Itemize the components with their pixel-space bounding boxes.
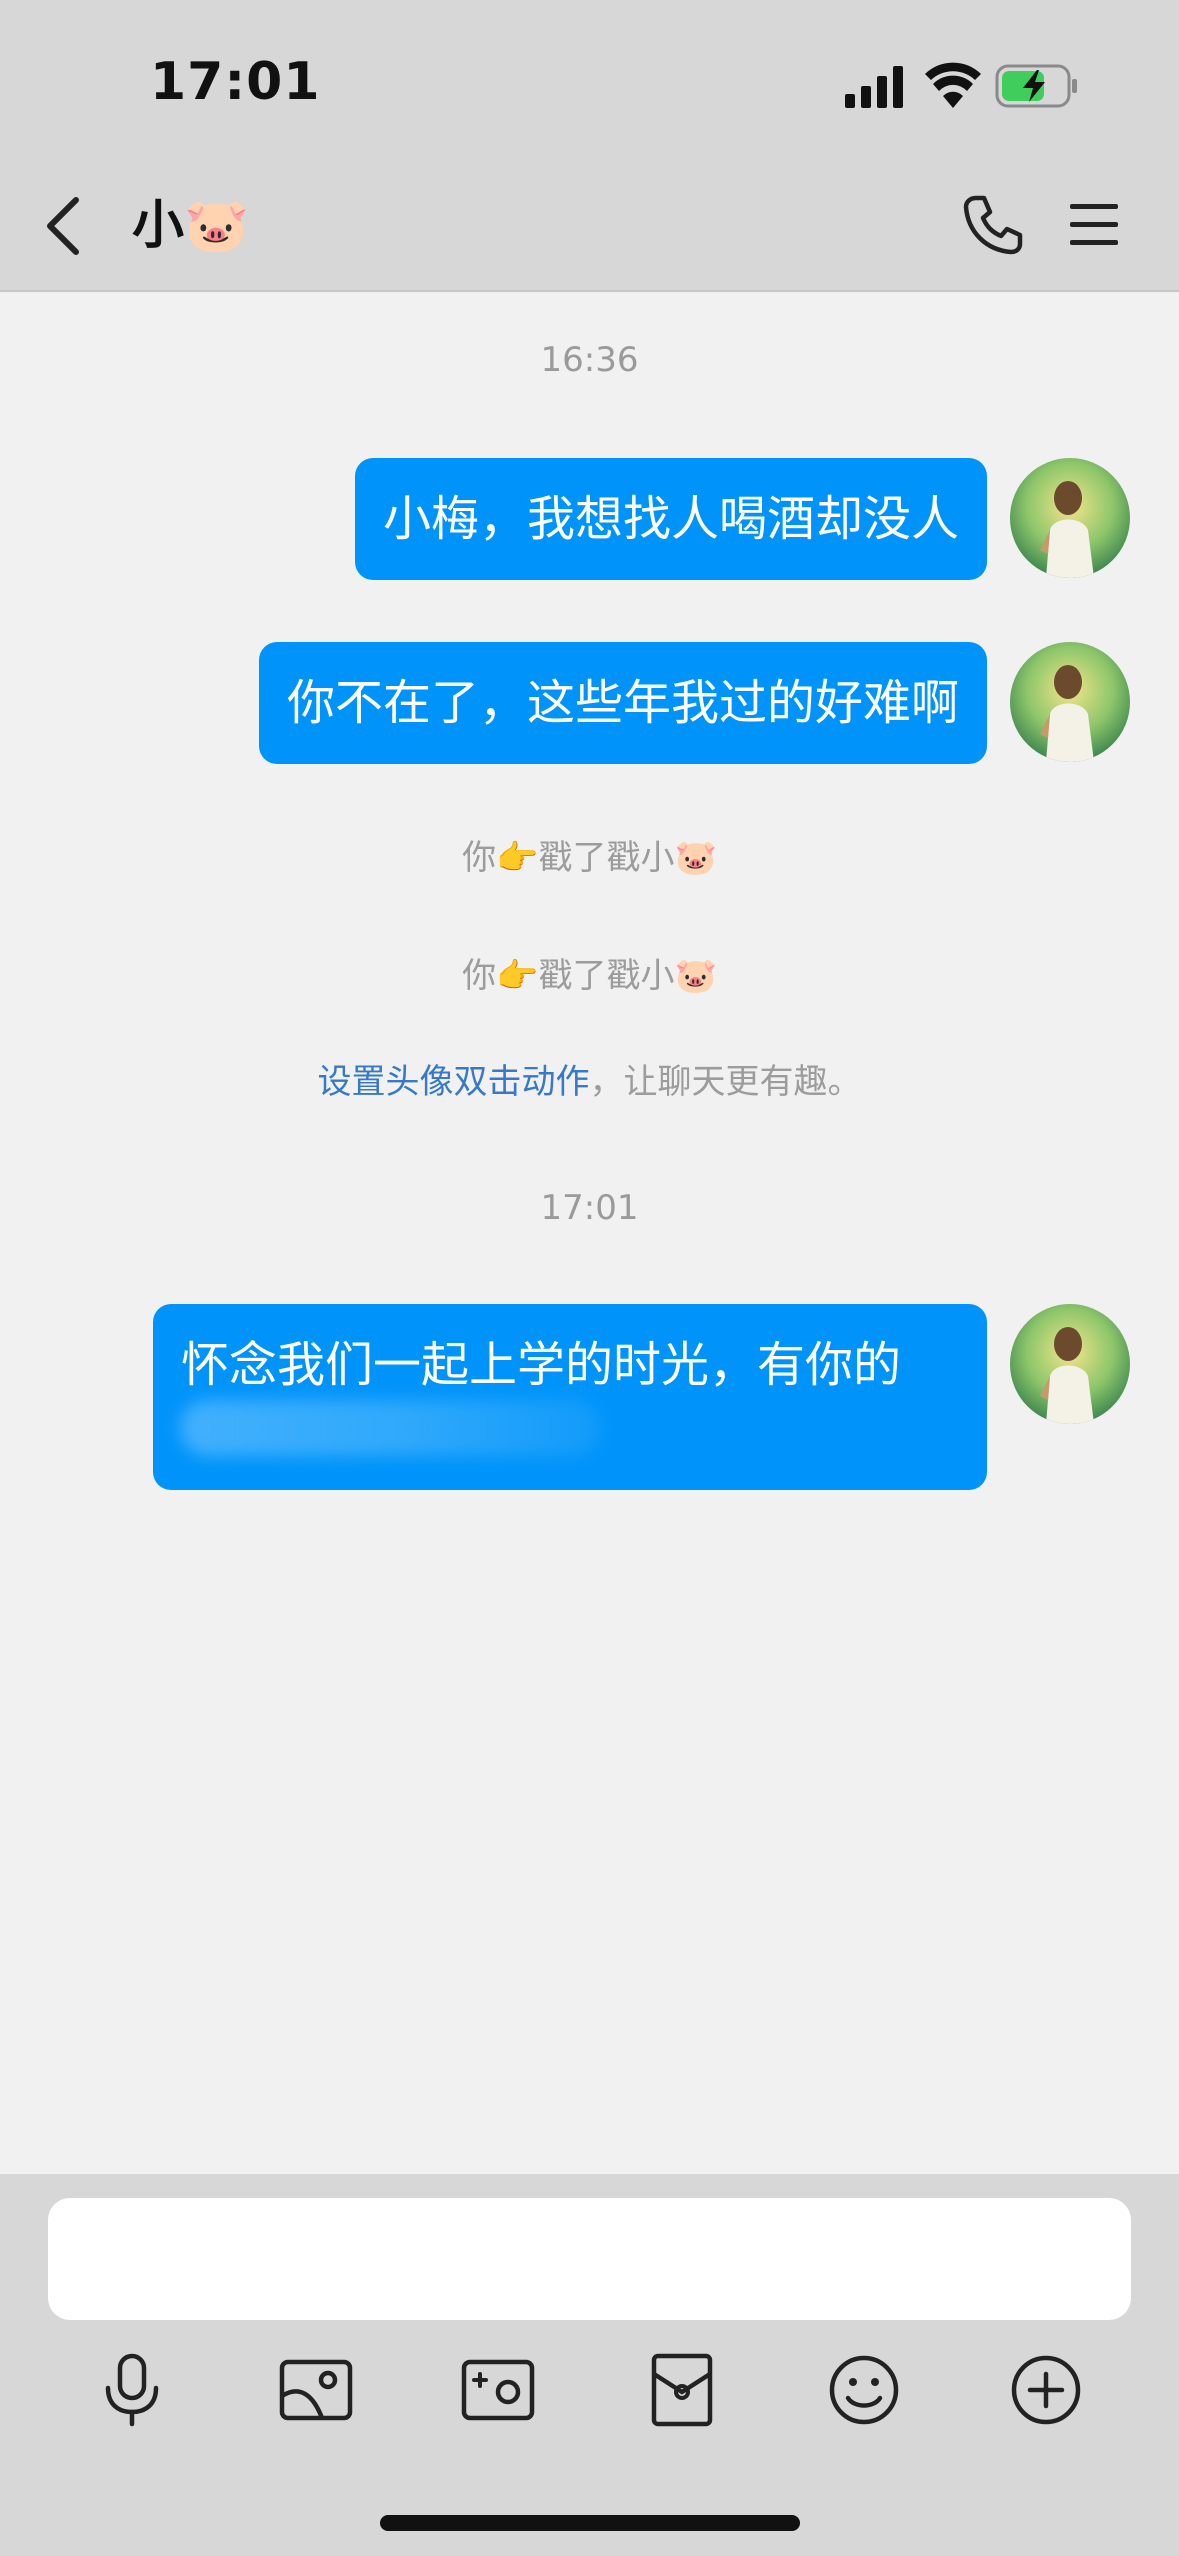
wifi-icon xyxy=(925,62,981,108)
status-bar: 17:01 xyxy=(0,0,1179,160)
message-bubble[interactable]: 小梅，我想找人喝酒却没人 xyxy=(354,458,987,580)
back-button[interactable] xyxy=(40,194,88,258)
chat-header: 小🐷 xyxy=(0,160,1179,292)
blurred-text xyxy=(180,1400,600,1456)
timestamp: 16:36 xyxy=(540,340,639,380)
nudge-notice: 你👉戳了戳小🐷 xyxy=(462,838,717,878)
battery-icon xyxy=(995,64,1077,108)
menu-icon[interactable] xyxy=(1068,200,1120,250)
message-bubble[interactable]: 你不在了，这些年我过的好难啊 xyxy=(258,642,987,764)
message-text: 怀念我们一起上学的时光，有你的 xyxy=(181,1337,902,1393)
phone-icon[interactable] xyxy=(962,194,1024,256)
status-time: 17:01 xyxy=(150,52,321,112)
signal-icon xyxy=(845,66,903,108)
avatar[interactable] xyxy=(1010,1304,1130,1424)
timestamp: 17:01 xyxy=(540,1188,639,1228)
set-avatar-action-link[interactable]: 设置头像双击动作 xyxy=(318,1062,590,1102)
home-indicator[interactable] xyxy=(380,2515,800,2531)
avatar-action-hint: 设置头像双击动作，让聊天更有趣。 xyxy=(0,1060,1179,1104)
nudge-notice: 你👉戳了戳小🐷 xyxy=(462,956,717,996)
microphone-icon[interactable] xyxy=(94,2352,170,2428)
message-bubble[interactable]: 怀念我们一起上学的时光，有你的 xyxy=(153,1304,987,1490)
hint-text: ，让聊天更有趣。 xyxy=(589,1062,862,1102)
image-icon[interactable] xyxy=(278,2352,354,2428)
camera-icon[interactable] xyxy=(460,2352,536,2428)
message-input[interactable] xyxy=(48,2198,1131,2320)
chat-title[interactable]: 小🐷 xyxy=(132,196,249,256)
plus-icon[interactable] xyxy=(1008,2352,1084,2428)
avatar[interactable] xyxy=(1010,458,1130,578)
chat-screen: 17:01 小🐷 16:36 小梅，我想找人喝酒却没人 你不在了，这些年我过的好… xyxy=(0,0,1179,2556)
emoji-icon[interactable] xyxy=(826,2352,902,2428)
input-bar xyxy=(0,2174,1179,2556)
avatar[interactable] xyxy=(1010,642,1130,762)
red-packet-icon[interactable] xyxy=(644,2352,720,2428)
